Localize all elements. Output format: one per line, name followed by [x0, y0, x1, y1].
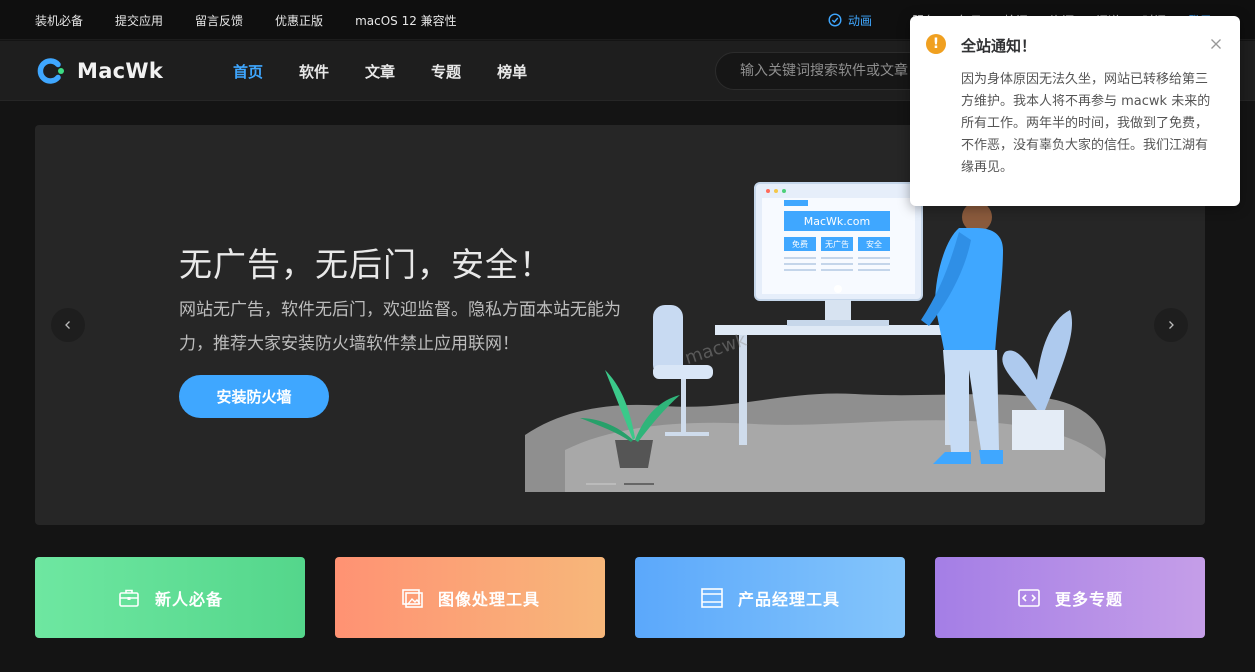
top-link-submit-app[interactable]: 提交应用 — [115, 12, 163, 29]
category-label: 图像处理工具 — [437, 589, 540, 609]
carousel-dot-active[interactable] — [586, 483, 616, 485]
office-illustration: MacWk.com 免费 无广告 安全 macwk — [525, 182, 1106, 492]
install-firewall-button[interactable]: 安装防火墙 — [179, 375, 329, 418]
category-cards: 新人必备 图像处理工具 产品经理工具 更多专题 — [35, 557, 1205, 638]
category-label: 产品经理工具 — [737, 589, 840, 609]
top-link-macos12[interactable]: macOS 12 兼容性 — [355, 12, 457, 29]
banner-title: 无广告，无后门，安全！ — [179, 245, 553, 284]
animation-toggle[interactable]: 动画 — [828, 0, 872, 40]
category-card-image-tools[interactable]: 图像处理工具 — [335, 557, 605, 638]
animation-label: 动画 — [848, 13, 873, 28]
top-link-essentials[interactable]: 装机必备 — [35, 12, 83, 29]
check-circle-icon — [828, 13, 842, 27]
site-logo[interactable]: MacWk — [37, 56, 163, 86]
category-card-more-topics[interactable]: 更多专题 — [935, 557, 1205, 638]
image-icon — [402, 588, 423, 608]
menu-home[interactable]: 首页 — [233, 61, 263, 82]
site-notification: ! 全站通知！ 因为身体原因无法久坐，网站已转移给第三方维护。我本人将不再参与 … — [910, 16, 1240, 206]
menu-software[interactable]: 软件 — [299, 61, 329, 82]
main-menu: 首页 软件 文章 专题 榜单 — [233, 41, 527, 101]
illustration-tag-free: 免费 — [792, 239, 808, 249]
close-icon[interactable] — [1208, 36, 1224, 52]
macwk-logo-icon — [37, 58, 64, 84]
briefcase-icon — [119, 589, 139, 607]
category-label: 更多专题 — [1054, 589, 1123, 609]
warning-icon: ! — [926, 34, 946, 54]
banner-next-button[interactable] — [1154, 308, 1188, 342]
illustration-tag-safe: 安全 — [866, 239, 882, 249]
notification-body: 因为身体原因无法久坐，网站已转移给第三方维护。我本人将不再参与 macwk 未来… — [961, 72, 1211, 175]
code-icon — [1018, 588, 1040, 607]
banner-prev-button[interactable] — [51, 308, 85, 342]
illustration-tag-no-ads: 无广告 — [825, 239, 849, 249]
top-links: 装机必备 提交应用 留言反馈 优惠正版 macOS 12 兼容性 — [35, 0, 457, 40]
carousel-dot[interactable] — [624, 483, 654, 485]
top-link-feedback[interactable]: 留言反馈 — [195, 12, 243, 29]
window-icon — [701, 587, 723, 608]
menu-articles[interactable]: 文章 — [365, 61, 395, 82]
category-card-newcomer-essentials[interactable]: 新人必备 — [35, 557, 305, 638]
logo-text: MacWk — [77, 59, 164, 83]
chevron-right-icon — [1169, 321, 1174, 329]
top-link-discount[interactable]: 优惠正版 — [275, 12, 323, 29]
notification-title: 全站通知！ — [961, 37, 1037, 55]
carousel-indicators — [586, 483, 654, 485]
menu-topics[interactable]: 专题 — [431, 61, 461, 82]
illustration-site-label: MacWk.com — [804, 215, 871, 228]
menu-rankings[interactable]: 榜单 — [497, 61, 527, 82]
category-label: 新人必备 — [154, 589, 223, 609]
chevron-left-icon — [65, 321, 70, 329]
category-card-pm-tools[interactable]: 产品经理工具 — [635, 557, 905, 638]
